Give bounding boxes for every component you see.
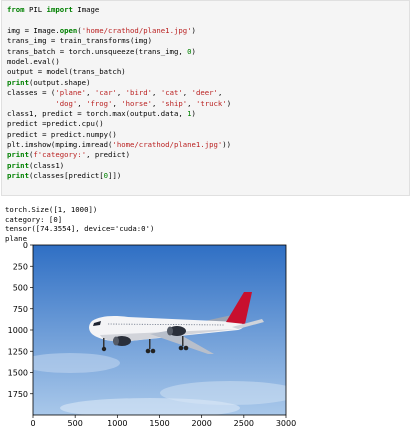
code-token: (class1) [28,160,65,170]
code-token: Image [72,5,100,14]
code-token: ) [191,46,196,56]
code-line: img = Image.open('home/crathod/plane1.jp… [7,26,231,36]
code-token: , [152,88,161,98]
x-tick-label: 500 [68,419,83,428]
code-token: , [116,88,126,98]
code-token: 'car' [94,88,117,98]
code-line: print(output.shape) [7,78,231,88]
y-tick-label: 750 [13,305,28,314]
code-token: , [112,98,122,108]
code-token: )) [222,140,232,150]
code-token: classes = ( [7,88,56,98]
code-cell[interactable]: from PIL import Image img = Image.open('h… [0,0,411,200]
code-line: 'dog', 'frog', 'horse', 'ship', 'truck') [7,99,231,109]
y-axis: 0 250 500 750 1000 1250 1500 1750 [8,241,33,399]
code-token: 'horse' [121,98,153,108]
code-token: 'truck' [195,98,227,108]
code-token: img = Image. [7,25,60,35]
y-tick-label: 0 [23,241,28,250]
code-line: classes = ('plane', 'car', 'bird', 'cat'… [7,88,231,98]
code-token: (output.shape) [28,77,91,87]
x-tick-label: 1500 [149,419,169,428]
code-token: predict = predict.numpy() [7,129,117,139]
code-token: , [187,98,196,108]
image-plot: 0 500 1000 1500 2000 2500 3000 0 250 500 750 1000 1… [8,241,297,428]
y-tick-label: 500 [13,284,28,293]
y-tick-label: 1250 [8,347,28,356]
code-line: output = model(trans_batch) [7,67,231,77]
code-token: , [152,98,161,108]
code-token: 'dog' [55,98,78,108]
code-token: 'deer' [191,88,218,98]
code-token: (classes[predict[ [28,171,104,181]
output-cell: torch.Size([1, 1000]) category: [0] tensor… [0,198,411,437]
code-token: print [7,150,29,160]
code-token: 'frog' [86,98,113,108]
code-token: ) [191,108,196,118]
code-token: 'home/crathod/plane1.jpg' [112,140,223,150]
x-tick-label: 1000 [107,419,127,428]
code-token: ) [191,25,196,35]
code-token: ]]) [108,171,122,181]
code-token: f'category:' [33,150,87,160]
code-token: predict =predict.cpu() [7,119,104,129]
code-line: print(class1) [7,161,231,171]
code-token: print [7,77,29,87]
code-token: 'plane' [55,88,87,98]
code-token: , predict) [86,150,131,160]
code-token: 'cat' [160,88,183,98]
code-line: model.eval() [7,57,231,67]
code-token: , [77,98,87,108]
code-line: trans_batch = torch.unsqueeze(trans_img,… [7,47,231,57]
x-tick-label: 3000 [276,419,296,428]
y-tick-label: 1000 [8,326,28,335]
code-token: , [182,88,192,98]
x-tick-label: 2500 [234,419,254,428]
code-token: ) [226,98,232,108]
code-token: 'home/crathod/plane1.jpg' [81,25,192,35]
code-token: 'bird' [125,88,153,98]
code-line: print(classes[predict[0]]) [7,171,231,181]
y-tick-label: 1500 [8,369,28,378]
code-token: , [217,88,223,98]
code-token: print [7,160,29,170]
code-line: predict = predict.numpy() [7,130,231,140]
x-axis: 0 500 1000 1500 2000 2500 3000 [30,415,296,428]
code-editor[interactable]: from PIL import Image img = Image.open('h… [1,0,410,196]
code-line: plt.imshow(mpimg.imread('home/crathod/pl… [7,140,231,150]
code-line: class1, predict = torch.max(output.data,… [7,109,231,119]
code-token: output = model(trans_batch) [7,67,126,77]
code-line: trans_img = train_transforms(img) [7,36,231,46]
code-token: trans_img = train_transforms(img) [7,36,152,46]
code-text[interactable]: from PIL import Image img = Image.open('h… [7,5,231,182]
code-token: from [7,5,25,14]
code-token: print [7,171,29,181]
code-token: 'ship' [160,98,188,108]
x-tick-label: 0 [30,419,35,428]
code-line: print(f'category:', predict) [7,150,231,160]
y-tick-label: 1750 [8,390,28,399]
code-token: import [46,5,73,14]
code-token: model.eval() [7,56,60,66]
code-token: class1, predict = torch.max(output.data, [7,108,188,118]
code-line: predict =predict.cpu() [7,119,231,129]
code-token: trans_batch = torch.unsqueeze(trans_img, [7,46,188,56]
code-token: plt.imshow(mpimg.imread( [7,140,113,150]
airplane-image [33,245,286,415]
x-tick-label: 2000 [191,419,211,428]
y-tick-label: 250 [13,262,28,271]
code-token: , [86,88,95,98]
code-token: PIL [24,5,47,14]
code-token: open [59,25,78,35]
code-line: from PIL import Image [7,5,231,15]
